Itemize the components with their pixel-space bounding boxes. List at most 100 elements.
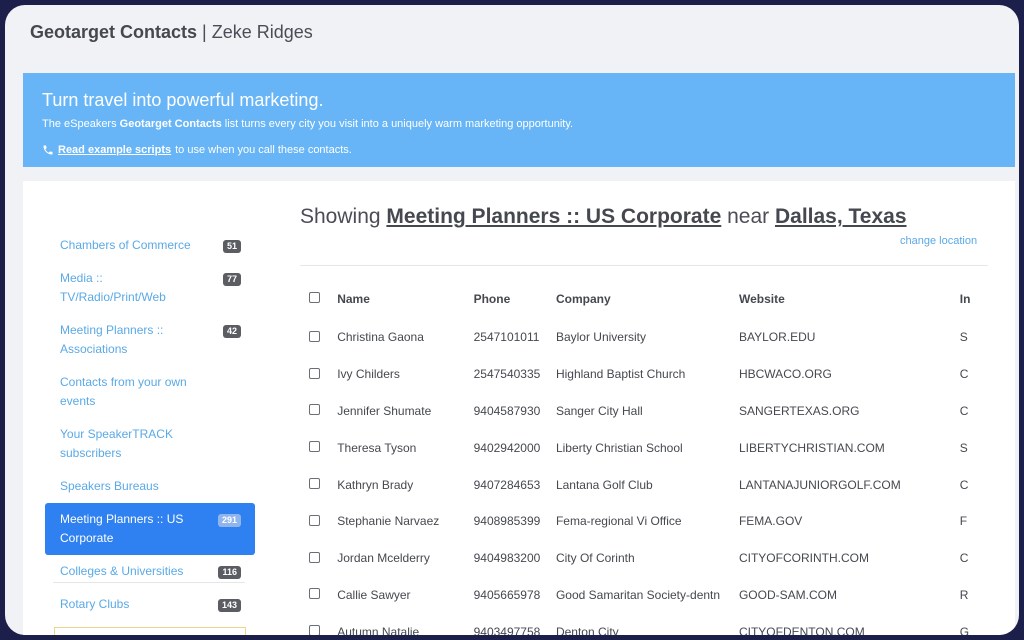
- row-checkbox-cell: [300, 319, 337, 356]
- cell-company: City Of Corinth: [555, 551, 635, 566]
- cell-industry: S: [959, 330, 968, 345]
- read-example-scripts-link[interactable]: Read example scripts: [58, 144, 171, 156]
- select-all-checkbox[interactable]: [309, 292, 320, 304]
- cell-phone: 9404983200: [473, 551, 541, 566]
- count-badge: 77: [222, 273, 241, 286]
- header-industry[interactable]: In: [960, 279, 988, 319]
- cell-website: SANGERTEXAS.ORG: [738, 403, 860, 418]
- heading-location-link[interactable]: Dallas, Texas: [775, 205, 907, 228]
- row-checkbox-cell: [300, 503, 337, 540]
- cell-industry: C: [959, 403, 969, 418]
- table-row[interactable]: Kathryn Brady 9407284653 Lantana Golf Club…: [300, 466, 988, 503]
- app-title-separator: |: [202, 22, 207, 42]
- app-window: Geotarget Contacts | Zeke Ridges Turn tr…: [5, 5, 1019, 635]
- cell-website: CITYOFCORINTH.COM: [738, 551, 869, 566]
- row-checkbox-cell: [300, 577, 337, 614]
- row-checkbox-cell: [300, 613, 337, 635]
- sidebar-item[interactable]: Chambers of Commerce 51: [45, 229, 255, 262]
- table-row[interactable]: Theresa Tyson 9402942000 Liberty Christian…: [300, 429, 988, 466]
- table-row[interactable]: Christina Gaona 2547101011 Baylor Universi…: [300, 319, 988, 356]
- count-badge: 42: [222, 325, 241, 338]
- cell-phone: 2547101011: [473, 330, 540, 345]
- row-checkbox[interactable]: [309, 588, 320, 600]
- sidebar-item-label: Rotary Clubs: [60, 597, 130, 611]
- sidebar-item-label: Colleges & Universities: [60, 564, 184, 578]
- sidebar-item-label: Meeting Planners :: Associations: [60, 323, 164, 356]
- cell-industry: G: [959, 624, 970, 635]
- cell-phone: 9408985399: [473, 514, 541, 529]
- table-row[interactable]: Autumn Natalie 9403497758 Denton City CITYO…: [300, 613, 988, 635]
- row-checkbox[interactable]: [309, 477, 320, 489]
- row-checkbox[interactable]: [309, 625, 320, 635]
- cell-website: FEMA.GOV: [738, 514, 803, 529]
- cell-company: Highland Baptist Church: [555, 367, 686, 382]
- sidebar-item[interactable]: Rotary Clubs 143: [45, 588, 255, 621]
- cell-name: Ivy Childers: [337, 367, 400, 382]
- cell-industry: C: [959, 551, 969, 566]
- cell-name: Callie Sawyer: [337, 587, 411, 602]
- count-badge: 51: [222, 240, 241, 253]
- table-row[interactable]: Ivy Childers 2547540335 Highland Baptist C…: [300, 356, 988, 393]
- cell-industry: S: [959, 440, 968, 455]
- sidebar-item[interactable]: Meeting Planners :: Associations 42: [45, 314, 255, 366]
- cell-name: Autumn Natalie: [337, 624, 420, 635]
- count-badge: 291: [217, 514, 241, 527]
- sidebar-item[interactable]: Speakers Bureaus: [45, 470, 255, 503]
- header-name[interactable]: Name: [337, 279, 473, 319]
- page-title: Showing Meeting Planners :: US Corporate…: [300, 205, 907, 229]
- sidebar-item[interactable]: Meeting Planners :: US Corporate 291: [45, 503, 255, 555]
- cell-phone: 9402942000: [473, 440, 541, 455]
- header-website[interactable]: Website: [739, 279, 960, 319]
- row-checkbox-cell: [300, 429, 337, 466]
- heading-prefix: Showing: [300, 205, 387, 228]
- row-checkbox-cell: [300, 393, 337, 430]
- count-badge: 116: [218, 566, 241, 579]
- cell-website: LIBERTYCHRISTIAN.COM: [738, 440, 885, 455]
- heading-divider: [300, 265, 988, 266]
- row-checkbox[interactable]: [309, 367, 320, 379]
- cell-name: Christina Gaona: [337, 330, 424, 345]
- table-row[interactable]: Jennifer Shumate 9404587930 Sanger City Ha…: [300, 393, 988, 430]
- sidebar-item[interactable]: Contacts from your own events: [45, 366, 255, 418]
- sidebar-item-label: Speakers Bureaus: [60, 479, 159, 493]
- table-header-row: Name Phone Company Website In: [300, 279, 988, 319]
- change-location-link[interactable]: change location: [900, 235, 977, 247]
- row-checkbox[interactable]: [309, 551, 320, 563]
- cell-website: GOOD-SAM.COM: [738, 587, 837, 602]
- header-company[interactable]: Company: [556, 279, 739, 319]
- table-row[interactable]: Stephanie Narvaez 9408985399 Fema-regional…: [300, 503, 988, 540]
- sidebar-item[interactable]: Media :: TV/Radio/Print/Web 77: [45, 262, 255, 314]
- heading-category-link[interactable]: Meeting Planners :: US Corporate: [386, 205, 721, 228]
- header-checkbox-cell: [300, 279, 337, 319]
- sidebar-box: [54, 627, 246, 635]
- cell-phone: 9405665978: [473, 587, 541, 602]
- app-title-main: Geotarget Contacts: [30, 22, 198, 42]
- main-panel: Chambers of Commerce 51Media :: TV/Radio/…: [23, 181, 1015, 635]
- row-checkbox[interactable]: [309, 514, 320, 526]
- cell-industry: C: [959, 367, 969, 382]
- cell-industry: R: [959, 587, 969, 602]
- cell-company: Lantana Golf Club: [555, 477, 653, 492]
- cell-name: Jordan Mcelderry: [337, 551, 430, 566]
- cell-name: Stephanie Narvaez: [337, 514, 440, 529]
- table-body: Christina Gaona 2547101011 Baylor Universi…: [300, 319, 988, 635]
- cell-website: LANTANAJUNIORGOLF.COM: [738, 477, 901, 492]
- cell-phone: 9403497758: [473, 624, 541, 635]
- header-phone[interactable]: Phone: [474, 279, 556, 319]
- sidebar-item[interactable]: Your SpeakerTRACK subscribers: [45, 418, 255, 470]
- contacts-table-container[interactable]: Name Phone Company Website In Christina …: [300, 279, 988, 635]
- cell-name: Jennifer Shumate: [337, 403, 432, 418]
- phone-icon: [43, 145, 53, 155]
- cell-industry: F: [959, 514, 968, 529]
- table-row[interactable]: Callie Sawyer 9405665978 Good Samaritan So…: [300, 577, 988, 614]
- banner-text-after: list turns every city you visit into a u…: [221, 118, 574, 130]
- row-checkbox[interactable]: [309, 404, 320, 416]
- sidebar-item-label: Chambers of Commerce: [60, 238, 191, 252]
- promo-banner: Turn travel into powerful marketing. The…: [23, 73, 1015, 167]
- sidebar-item[interactable]: Colleges & Universities 116: [45, 555, 255, 588]
- row-checkbox[interactable]: [309, 441, 320, 453]
- app-title: Geotarget Contacts | Zeke Ridges: [30, 22, 313, 43]
- table-row[interactable]: Jordan Mcelderry 9404983200 City Of Corint…: [300, 540, 988, 577]
- row-checkbox-cell: [300, 356, 337, 393]
- row-checkbox[interactable]: [309, 330, 320, 342]
